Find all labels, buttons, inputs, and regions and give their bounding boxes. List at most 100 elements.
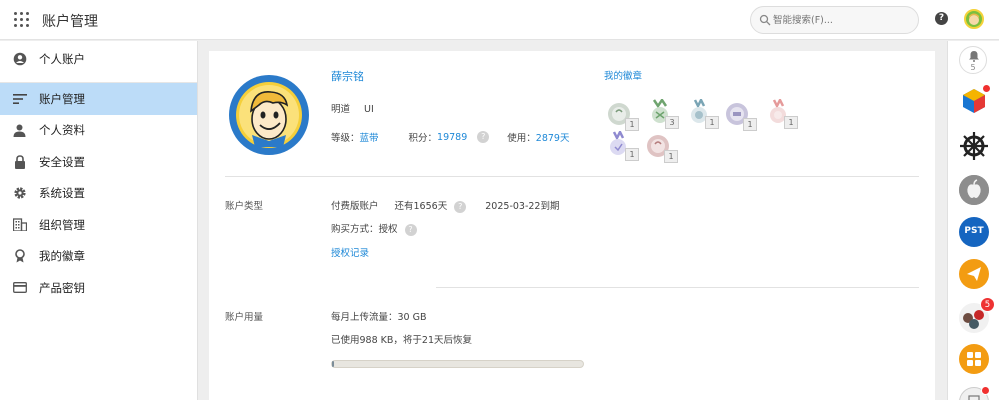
search-box[interactable] <box>750 6 919 34</box>
help-icon[interactable]: ? <box>935 12 948 25</box>
rail-app-grid[interactable] <box>959 344 989 374</box>
badge-item[interactable]: 1 <box>646 133 678 163</box>
purchase-method: 购买方式：授权 <box>331 224 398 235</box>
usage-progress-fill <box>332 361 334 367</box>
vault-boy-icon <box>231 77 307 153</box>
page-title: 账户管理 <box>42 14 98 30</box>
rail-app-group-chat[interactable]: 5 <box>959 297 995 333</box>
app-rail: 5 PST 5 <box>947 41 999 400</box>
person-icon <box>12 123 27 138</box>
sidebar: 个人账户 账户管理 个人资料 安全设置 系统设置 组织管理 我的徽章 产品密钥 <box>0 41 198 400</box>
apple-logo-icon <box>959 175 989 205</box>
gear-icon <box>12 186 27 201</box>
user-avatar[interactable] <box>964 9 984 29</box>
monthly-upload: 每月上传流量：30 GB <box>331 312 427 323</box>
account-plan: 付费版账户 <box>331 201 379 212</box>
sidebar-item-label: 组织管理 <box>39 217 85 232</box>
sidebar-item-my-badges[interactable]: 我的徽章 <box>0 241 197 273</box>
sidebar-item-security[interactable]: 安全设置 <box>0 146 197 178</box>
profile-avatar[interactable] <box>229 75 309 155</box>
send-arrow-icon <box>967 267 981 281</box>
purchase-row: 购买方式：授权 ? <box>331 221 417 236</box>
points-label: 积分： <box>408 133 438 144</box>
unread-dot <box>982 84 991 93</box>
apps-grid-icon[interactable] <box>14 12 30 28</box>
profile-stats: 等级： 蓝带 积分： 19789 ? 使用： 2879天 <box>331 130 569 144</box>
points-value: 19789 <box>437 131 468 143</box>
rail-app-check[interactable] <box>959 386 990 400</box>
rail-app-apple[interactable] <box>959 175 989 205</box>
avatar-face-icon <box>969 13 979 25</box>
account-card: 薛宗铭 明道 UI 等级： 蓝带 积分： 19789 ? 使用： 2879天 我的… <box>209 51 935 400</box>
badge-item[interactable]: 1 <box>766 97 798 129</box>
points-help-icon[interactable]: ? <box>477 131 490 143</box>
account-circle-icon <box>12 52 27 67</box>
top-bar: 账户管理 ? <box>0 0 999 40</box>
four-squares-icon <box>967 352 981 366</box>
sort-lines-icon <box>12 91 27 106</box>
rail-app-send[interactable] <box>959 259 989 289</box>
ship-wheel-icon <box>960 132 988 160</box>
medal-icon <box>12 249 27 264</box>
notification-button[interactable]: 5 <box>959 46 987 74</box>
rail-app-pst[interactable]: PST <box>959 217 989 247</box>
group-chat-badge: 5 <box>980 297 995 312</box>
sidebar-item-label: 安全设置 <box>39 154 85 169</box>
badge-item[interactable]: 1 <box>607 129 639 161</box>
account-remaining: 还有1656天 <box>394 201 448 212</box>
usage-label: 使用： <box>507 133 536 144</box>
unread-dot <box>981 386 990 395</box>
sidebar-item-profile[interactable]: 个人资料 <box>0 115 197 147</box>
sidebar-item-label: 我的徽章 <box>39 249 85 264</box>
building-icon <box>12 217 27 232</box>
badge-item[interactable]: 1 <box>725 101 757 131</box>
credit-card-icon <box>12 280 27 295</box>
remaining-help-icon[interactable]: ? <box>454 200 467 213</box>
badge-item[interactable]: 3 <box>647 97 679 129</box>
rail-app-helm[interactable] <box>959 131 989 161</box>
level-label: 等级： <box>331 133 360 144</box>
account-type-row: 付费版账户 还有1656天 ? 2025-03-22到期 <box>331 198 559 213</box>
usage-used: 已使用988 KB，将于21天后恢复 <box>331 335 472 346</box>
sidebar-item-organization[interactable]: 组织管理 <box>0 209 197 241</box>
profile-org-dept: 明道 UI <box>331 101 374 115</box>
sidebar-item-account-management[interactable]: 账户管理 <box>0 83 197 115</box>
badge-item[interactable]: 1 <box>687 97 719 129</box>
sidebar-item-product-key[interactable]: 产品密钥 <box>0 272 197 304</box>
bell-icon <box>969 51 979 62</box>
usage-value: 2879天 <box>535 133 570 144</box>
section-divider <box>436 287 919 288</box>
profile-org: 明道 <box>331 104 351 115</box>
sidebar-item-label: 产品密钥 <box>39 280 85 295</box>
badge-item[interactable]: 1 <box>607 101 639 131</box>
usage-section-label: 账户用量 <box>225 312 264 323</box>
level-value[interactable]: 蓝带 <box>360 130 379 144</box>
sidebar-item-label: 个人账户 <box>39 52 85 66</box>
sidebar-item-label: 个人资料 <box>39 123 85 138</box>
badge-count: 1 <box>705 116 719 129</box>
badge-count: 3 <box>665 116 679 129</box>
badge-count: 1 <box>664 150 678 163</box>
profile-dept: UI <box>364 104 374 115</box>
sidebar-item-label: 账户管理 <box>39 91 85 106</box>
usage-progress-bar <box>331 360 584 368</box>
account-expiry: 2025-03-22到期 <box>485 201 560 212</box>
profile-name: 薛宗铭 <box>331 70 364 83</box>
rail-app-cube[interactable] <box>959 84 991 116</box>
search-icon <box>759 14 771 26</box>
purchase-help-icon[interactable]: ? <box>404 223 417 236</box>
section-divider <box>225 176 919 177</box>
lock-icon <box>12 154 27 169</box>
badge-count: 1 <box>743 118 757 131</box>
badges-title: 我的徽章 <box>604 71 643 82</box>
badge-count: 1 <box>625 118 639 131</box>
sidebar-item-system-settings[interactable]: 系统设置 <box>0 178 197 210</box>
search-input[interactable] <box>773 12 913 29</box>
account-type-label: 账户类型 <box>225 201 264 212</box>
auth-record-link[interactable]: 授权记录 <box>331 245 369 259</box>
notification-count: 5 <box>970 63 976 72</box>
badge-count: 1 <box>625 148 639 161</box>
pst-label: PST <box>964 226 984 236</box>
sidebar-item-personal-account[interactable]: 个人账户 <box>0 41 197 77</box>
badge-count: 1 <box>784 116 798 129</box>
